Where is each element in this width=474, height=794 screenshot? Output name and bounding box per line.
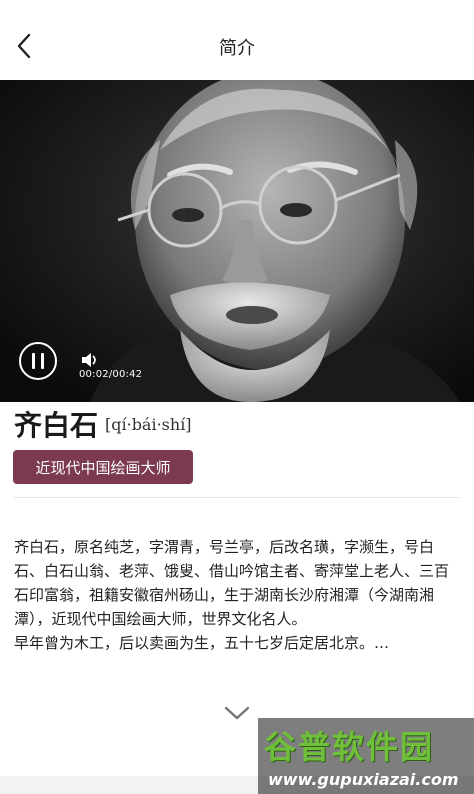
title-tag[interactable]: 近现代中国绘画大师 [13,450,193,484]
page-title: 简介 [219,38,255,59]
biography: 齐白石，原名纯芝，字渭青，号兰亭，后改名璜，字濒生，号白石、白石山翁、老萍、饿叟… [14,535,460,655]
pause-icon [32,353,35,369]
watermark-logo: 谷普软件园 www.gupuxiazai.com [258,718,474,794]
playback-time: 00:02/00:42 [79,369,143,380]
name-pinyin: [qí·bái·shí] [105,415,192,434]
watermark-url: www.gupuxiazai.com [268,770,459,789]
chevron-down-icon[interactable] [222,702,252,724]
person-name: 齐白石 [14,409,99,442]
bio-paragraph: 齐白石，原名纯芝，字渭青，号兰亭，后改名璜，字濒生，号白石、白石山翁、老萍、饿叟… [14,538,450,628]
bio-paragraph-truncated: 早年曾为木工，后以卖画为生，五十七岁后定居北京。… [14,634,390,652]
pause-icon-bar [41,353,44,369]
portrait-image [0,80,474,402]
pause-button[interactable] [19,342,57,380]
top-bar: 简介 [0,0,474,80]
divider [14,497,460,498]
watermark-title: 谷普软件园 [264,728,435,766]
portrait-video[interactable]: 00:02/00:42 [0,80,474,402]
speaker-icon[interactable] [80,352,98,368]
